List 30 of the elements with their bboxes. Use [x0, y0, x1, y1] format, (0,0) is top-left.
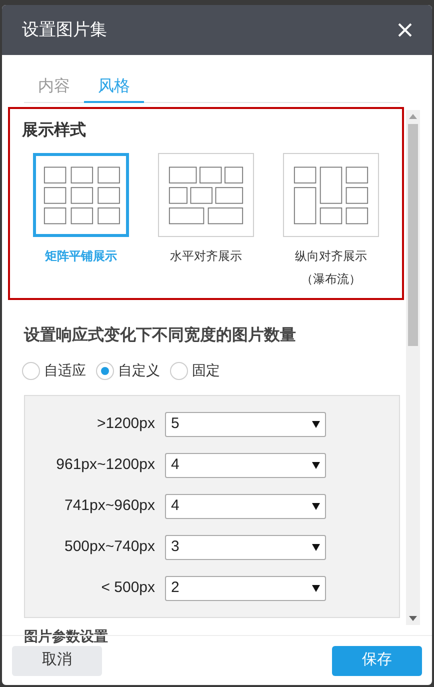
- breakpoint-label: 741px~960px: [64, 496, 156, 516]
- count-dropdown[interactable]: 5: [165, 412, 326, 437]
- count-dropdown[interactable]: 2: [165, 576, 326, 601]
- close-icon[interactable]: [398, 23, 412, 37]
- cancel-button[interactable]: 取消: [12, 646, 102, 676]
- layout-label: 矩阵平铺展示: [45, 248, 117, 265]
- layout-label: 纵向对齐展示: [295, 248, 367, 265]
- radio-button[interactable]: [96, 362, 114, 380]
- caret-icon: [312, 585, 320, 592]
- breakpoint-label: >1200px: [96, 414, 156, 434]
- layout-sublabel: （瀑布流）: [301, 271, 361, 288]
- radio-label: 自适应: [44, 361, 86, 380]
- count-dropdown[interactable]: 4: [165, 453, 326, 478]
- breakpoint-label: 500px~740px: [64, 537, 156, 558]
- breakpoint-label: < 500px: [100, 578, 156, 598]
- caret-icon: [312, 421, 320, 428]
- caret-icon: [312, 544, 320, 551]
- radio-label: 自定义: [118, 361, 160, 380]
- count-dropdown[interactable]: 3: [165, 535, 326, 560]
- count-dropdown[interactable]: 4: [165, 494, 326, 519]
- layout-label: 水平对齐展示: [170, 248, 242, 265]
- breakpoint-label: 961px~1200px: [55, 455, 156, 476]
- radio-button[interactable]: [170, 362, 188, 380]
- caret-icon: [312, 462, 320, 469]
- section-heading: 展示样式: [22, 120, 87, 141]
- radio-label: 固定: [192, 361, 220, 380]
- radio-button[interactable]: [22, 362, 40, 380]
- window-title: 设置图片集: [22, 19, 107, 42]
- caret-icon: [312, 503, 320, 510]
- section-heading: 设置响应式变化下不同宽度的图片数量: [24, 325, 297, 346]
